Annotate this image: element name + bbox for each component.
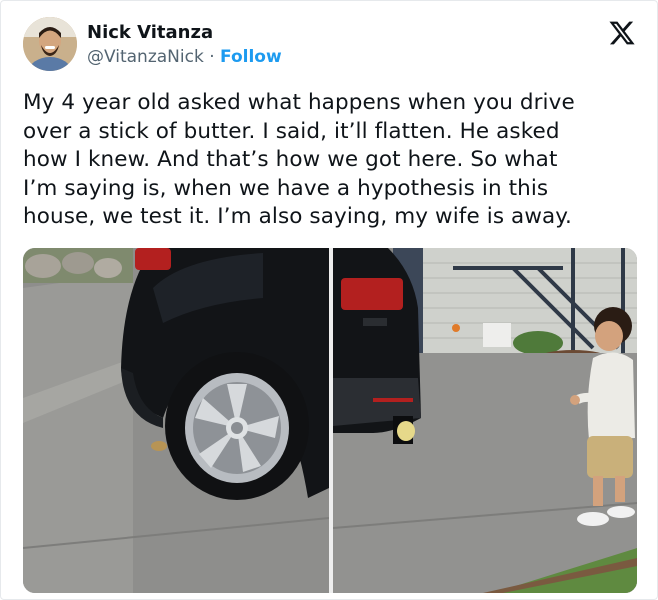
author-handle-line: @VitanzaNick · Follow xyxy=(87,47,282,67)
photo-boy-watching[interactable] xyxy=(332,248,637,593)
separator: · xyxy=(209,47,215,67)
tweet-text-line: how I knew. And that’s how we got here. … xyxy=(23,147,558,172)
media-grid xyxy=(23,248,637,593)
photo-car-wheel[interactable] xyxy=(23,248,330,593)
tweet-text: My 4 year old asked what happens when yo… xyxy=(23,89,641,232)
tweet-card: Nick Vitanza @VitanzaNick · Follow My 4 … xyxy=(0,0,658,600)
x-logo-icon[interactable] xyxy=(608,19,636,47)
author-name[interactable]: Nick Vitanza xyxy=(87,22,213,43)
tweet-text-line: I’m saying is, when we have a hypothesis… xyxy=(23,175,549,201)
avatar[interactable] xyxy=(23,17,77,71)
avatar-image xyxy=(23,17,77,71)
follow-button[interactable]: Follow xyxy=(220,47,282,67)
author-handle[interactable]: @VitanzaNick xyxy=(87,47,204,67)
tweet-text-line: over a stick of butter. I said, it’ll fl… xyxy=(23,118,560,144)
tweet-text-line: My 4 year old asked what happens when yo… xyxy=(23,90,575,115)
tweet-text-line: house, we test it. I’m also saying, my w… xyxy=(23,204,572,229)
